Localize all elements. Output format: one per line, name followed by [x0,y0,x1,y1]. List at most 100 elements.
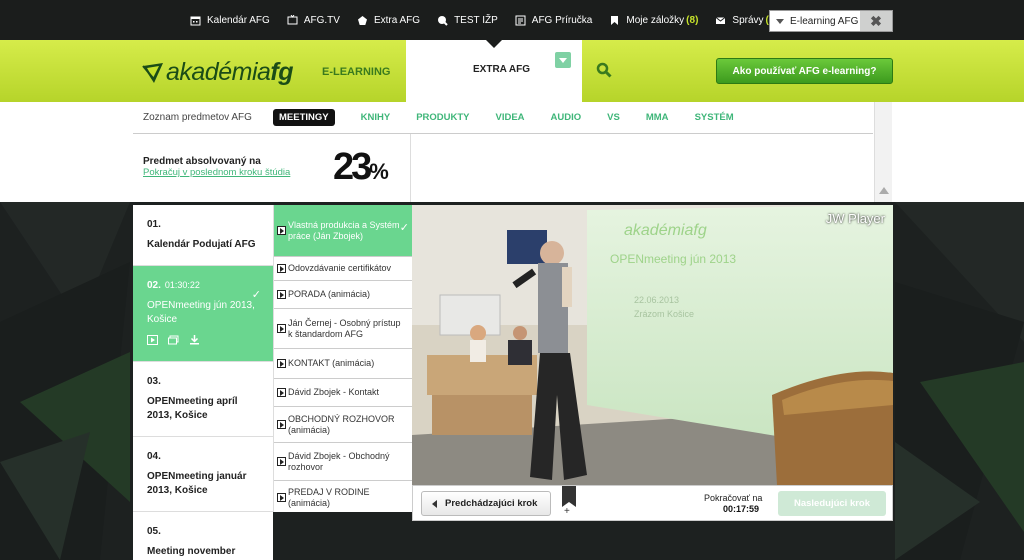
chapter-item[interactable]: Odovzdávanie certifikátov [274,257,412,281]
logo-text-suffix: fg [270,58,294,86]
play-icon [277,225,286,235]
logo[interactable]: akadémiafg [142,58,294,87]
screen-logo: akadémiafg [624,222,707,239]
meeting-item-3[interactable]: 03. OPENmeeting apríl 2013, Košice [133,362,273,437]
meeting-number: 04. [147,451,161,462]
tab-mma[interactable]: MMA [646,112,669,123]
tab-meetingy[interactable]: MEETINGY [273,109,335,126]
meeting-title: Meeting november [147,546,236,557]
chapter-item[interactable]: Ján Černej - Osobný prístup k štandardom… [274,309,412,349]
meeting-title: OPENmeeting jún 2013, Košice [147,300,255,325]
meetings-list: 01. Kalendár Podujatí AFG 02. 01:30:22 ✓ … [133,205,273,560]
meeting-item-5[interactable]: 05. Meeting november [133,512,273,560]
chapter-item[interactable]: PORADA (animácia) [274,281,412,309]
chapter-title: KONTAKT (animácia) [288,358,375,368]
previous-step-label: Predchádzajúci krok [445,498,538,509]
scrollbar[interactable] [874,102,892,202]
extra-afg-tab[interactable]: EXTRA AFG [406,40,582,102]
step-controls: Predchádzajúci krok + Pokračovať na 00:1… [412,485,893,521]
chapter-title: OBCHODNÝ ROZHOVOR (animácia) [288,413,395,435]
chapter-item[interactable]: Vlastná produkcia a Systém práce (Ján Zb… [274,205,412,257]
tab-produkty[interactable]: PRODUKTY [416,112,469,123]
extra-afg-label: EXTRA AFG [473,64,531,75]
chapter-item[interactable]: OBCHODNÝ ROZHOVOR (animácia) [274,407,412,443]
topnav-calendar[interactable]: Kalendár AFG [190,15,270,26]
logo-mark-icon [142,62,163,83]
meeting-number: 05. [147,526,161,537]
add-bookmark[interactable]: + [564,506,570,517]
topnav-test-label: TEST IŽP [454,14,498,26]
chapter-item[interactable]: Dávid Zbojek - Obchodný rozhovor [274,443,412,481]
meeting-duration: 01:30:22 [164,280,200,290]
tab-vs[interactable]: VS [607,112,620,123]
chapter-title: PREDAJ V RODINE (animácia) [288,486,370,508]
scroll-up-icon[interactable] [879,187,889,194]
chapter-item[interactable]: PREDAJ V RODINE (animácia) [274,481,412,512]
search-select[interactable]: E-learning AFG ✖ [769,10,893,32]
next-step-button[interactable]: Nasledujúci krok [778,491,886,516]
progress-number: 23 [333,146,372,188]
continue-time: 00:17:59 [723,504,760,514]
chapter-title: PORADA (animácia) [288,289,371,299]
download-icon[interactable] [189,335,200,345]
bookmarks-count: (8) [686,14,699,26]
tab-audio[interactable]: AUDIO [551,112,582,123]
pentagon-icon [357,15,367,25]
chapter-item[interactable]: Dávid Zbojek - Kontakt [274,379,412,407]
meeting-tools [147,335,259,345]
bookmark-icon [611,15,619,25]
tab-videa[interactable]: VIDEA [496,112,525,123]
play-icon [277,289,286,299]
topnav-test[interactable]: TEST IŽP [437,15,498,26]
topnav-extra[interactable]: Extra AFG [357,15,420,26]
close-icon[interactable]: ✖ [860,11,892,31]
tab-system[interactable]: SYSTÉM [695,112,734,123]
tv-icon [287,14,298,24]
screen-place: Zrázom Košice [634,309,694,319]
meeting-title: Kalendár Podujatí AFG [147,239,256,250]
play-icon[interactable] [147,335,158,345]
search-value: E-learning AFG [790,15,859,27]
search-icon[interactable] [596,62,612,78]
continue-link[interactable]: Pokračuj v poslednom kroku štúdia [143,167,290,178]
play-icon [277,358,286,368]
check-icon: ✓ [251,289,261,301]
progress-value: 23% [333,146,389,189]
meeting-item-2[interactable]: 02. 01:30:22 ✓ OPENmeeting jún 2013, Koši… [133,266,273,362]
topnav-handbook[interactable]: AFG Príručka [515,14,593,26]
meeting-item-4[interactable]: 04. OPENmeeting január 2013, Košice [133,437,273,512]
top-bar: Kalendár AFG AFG.TV Extra AFG TEST IŽP A… [0,0,1024,40]
screen-title: OPENmeeting jún 2013 [610,252,736,266]
play-icon [277,323,286,333]
chapter-title: Odovzdávanie certifikátov [288,263,392,273]
help-button[interactable]: Ako používať AFG e-learning? [716,58,893,84]
topnav-tv[interactable]: AFG.TV [287,14,340,26]
bookmark-icon[interactable] [562,486,576,507]
breadcrumb[interactable]: Zoznam predmetov AFG [143,112,252,123]
previous-step-button[interactable]: Predchádzajúci krok [421,491,551,516]
play-icon [277,263,286,273]
subject-nav-inner: Zoznam predmetov AFG MEETINGY KNIHY PROD… [133,102,873,202]
meeting-title: OPENmeeting apríl 2013, Košice [147,396,238,421]
video-frame: akadémiafg OPENmeeting jún 2013 22.06.20… [412,205,893,485]
subject-nav: Zoznam predmetov AFG MEETINGY KNIHY PROD… [0,102,1024,202]
play-icon [277,387,286,397]
topnav-handbook-label: AFG Príručka [531,14,593,26]
chapter-list: Vlastná produkcia a Systém práce (Ján Zb… [273,205,412,512]
screen-date: 22.06.2013 [634,295,679,305]
meeting-title: OPENmeeting január 2013, Košice [147,471,247,496]
topnav-extra-label: Extra AFG [373,14,421,26]
chevron-down-icon[interactable] [776,18,784,24]
category-tabs: MEETINGY KNIHY PRODUKTY VIDEA AUDIO VS M… [273,109,760,126]
video-player[interactable]: akadémiafg OPENmeeting jún 2013 22.06.20… [412,205,893,485]
envelope-icon [716,16,726,24]
meeting-number: 02. 01:30:22 [147,280,259,291]
chapter-item[interactable]: KONTAKT (animácia) [274,349,412,379]
dropdown-icon[interactable] [555,52,571,68]
tab-knihy[interactable]: KNIHY [361,112,391,123]
topnav-bookmarks-label: Moje záložky [626,14,685,26]
meeting-number: 03. [147,376,161,387]
topnav-bookmarks[interactable]: Moje záložky (8) [609,15,698,26]
meeting-item-1[interactable]: 01. Kalendár Podujatí AFG [133,205,273,266]
slides-icon[interactable] [168,335,179,345]
